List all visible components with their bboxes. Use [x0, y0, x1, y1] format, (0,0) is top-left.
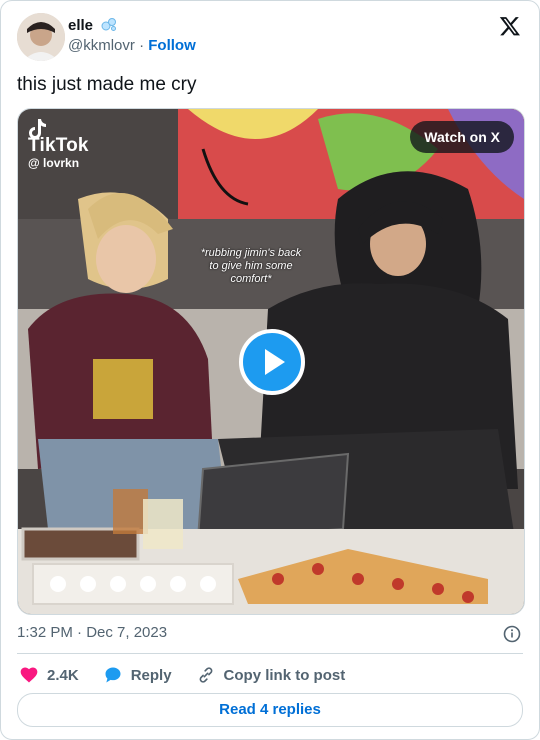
like-count: 2.4K: [47, 666, 79, 684]
author-name-row[interactable]: elle: [68, 16, 117, 36]
copy-link-button[interactable]: Copy link to post: [196, 665, 346, 685]
caption-line: comfort*: [230, 273, 272, 285]
speech-bubble-icon: [105, 667, 121, 683]
play-button[interactable]: [239, 329, 305, 395]
action-bar: 2.4K Reply Copy link to post: [19, 663, 369, 687]
caption-line: to give him some: [209, 260, 293, 272]
author-display-name[interactable]: elle: [68, 17, 93, 34]
reply-button[interactable]: Reply: [103, 665, 172, 685]
reply-label: Reply: [130, 666, 172, 684]
read-replies-button[interactable]: Read 4 replies: [17, 693, 523, 727]
post-text: this just made me cry: [17, 74, 197, 95]
caption-line: *rubbing jimin's back: [200, 247, 302, 259]
heart-icon: [20, 667, 38, 683]
divider: [17, 653, 523, 654]
video-media[interactable]: TikTok @ lovrkn *rubbing jimin's back to…: [17, 108, 525, 615]
avatar[interactable]: [17, 13, 65, 61]
follow-button[interactable]: Follow: [148, 37, 196, 54]
link-icon: [199, 667, 212, 683]
tiktok-watermark-brand: TikTok: [28, 135, 89, 156]
video-caption: *rubbing jimin's back to give him some c…: [176, 247, 326, 286]
embedded-post-card: elle @kkmlovr · Follow this just made me…: [0, 0, 540, 740]
post-timestamp[interactable]: 1:32 PM · Dec 7, 2023: [17, 624, 167, 641]
x-logo-icon[interactable]: [499, 15, 521, 37]
play-icon: [265, 349, 285, 375]
watch-on-x-button[interactable]: Watch on X: [410, 121, 514, 153]
like-button[interactable]: 2.4K: [19, 665, 79, 685]
author-handle[interactable]: @kkmlovr: [68, 37, 135, 54]
info-icon[interactable]: [503, 625, 521, 643]
author-handle-row: @kkmlovr · Follow: [68, 37, 196, 54]
handle-separator: ·: [139, 37, 145, 54]
bubbles-emoji-icon: [101, 16, 117, 36]
tiktok-watermark-user: @ lovrkn: [28, 156, 80, 170]
copy-link-label: Copy link to post: [223, 666, 346, 684]
